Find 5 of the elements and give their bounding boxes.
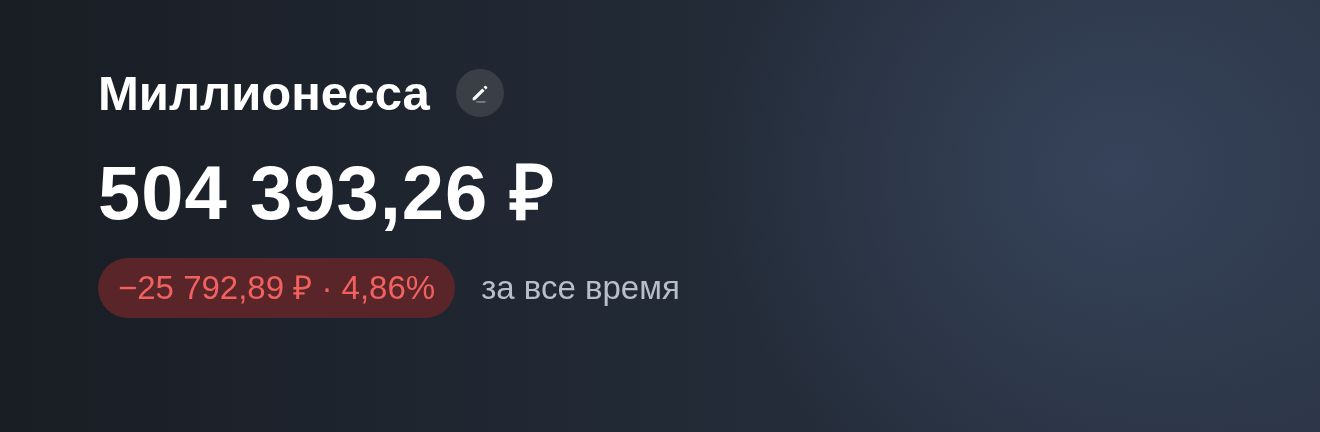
change-badge: −25 792,89 ₽ · 4,86% — [98, 258, 456, 318]
period-label: за все время — [481, 269, 680, 307]
balance-amount: 504 393,26 ₽ — [98, 149, 557, 237]
account-name: Миллионесса — [98, 65, 430, 122]
edit-button[interactable] — [455, 69, 504, 117]
